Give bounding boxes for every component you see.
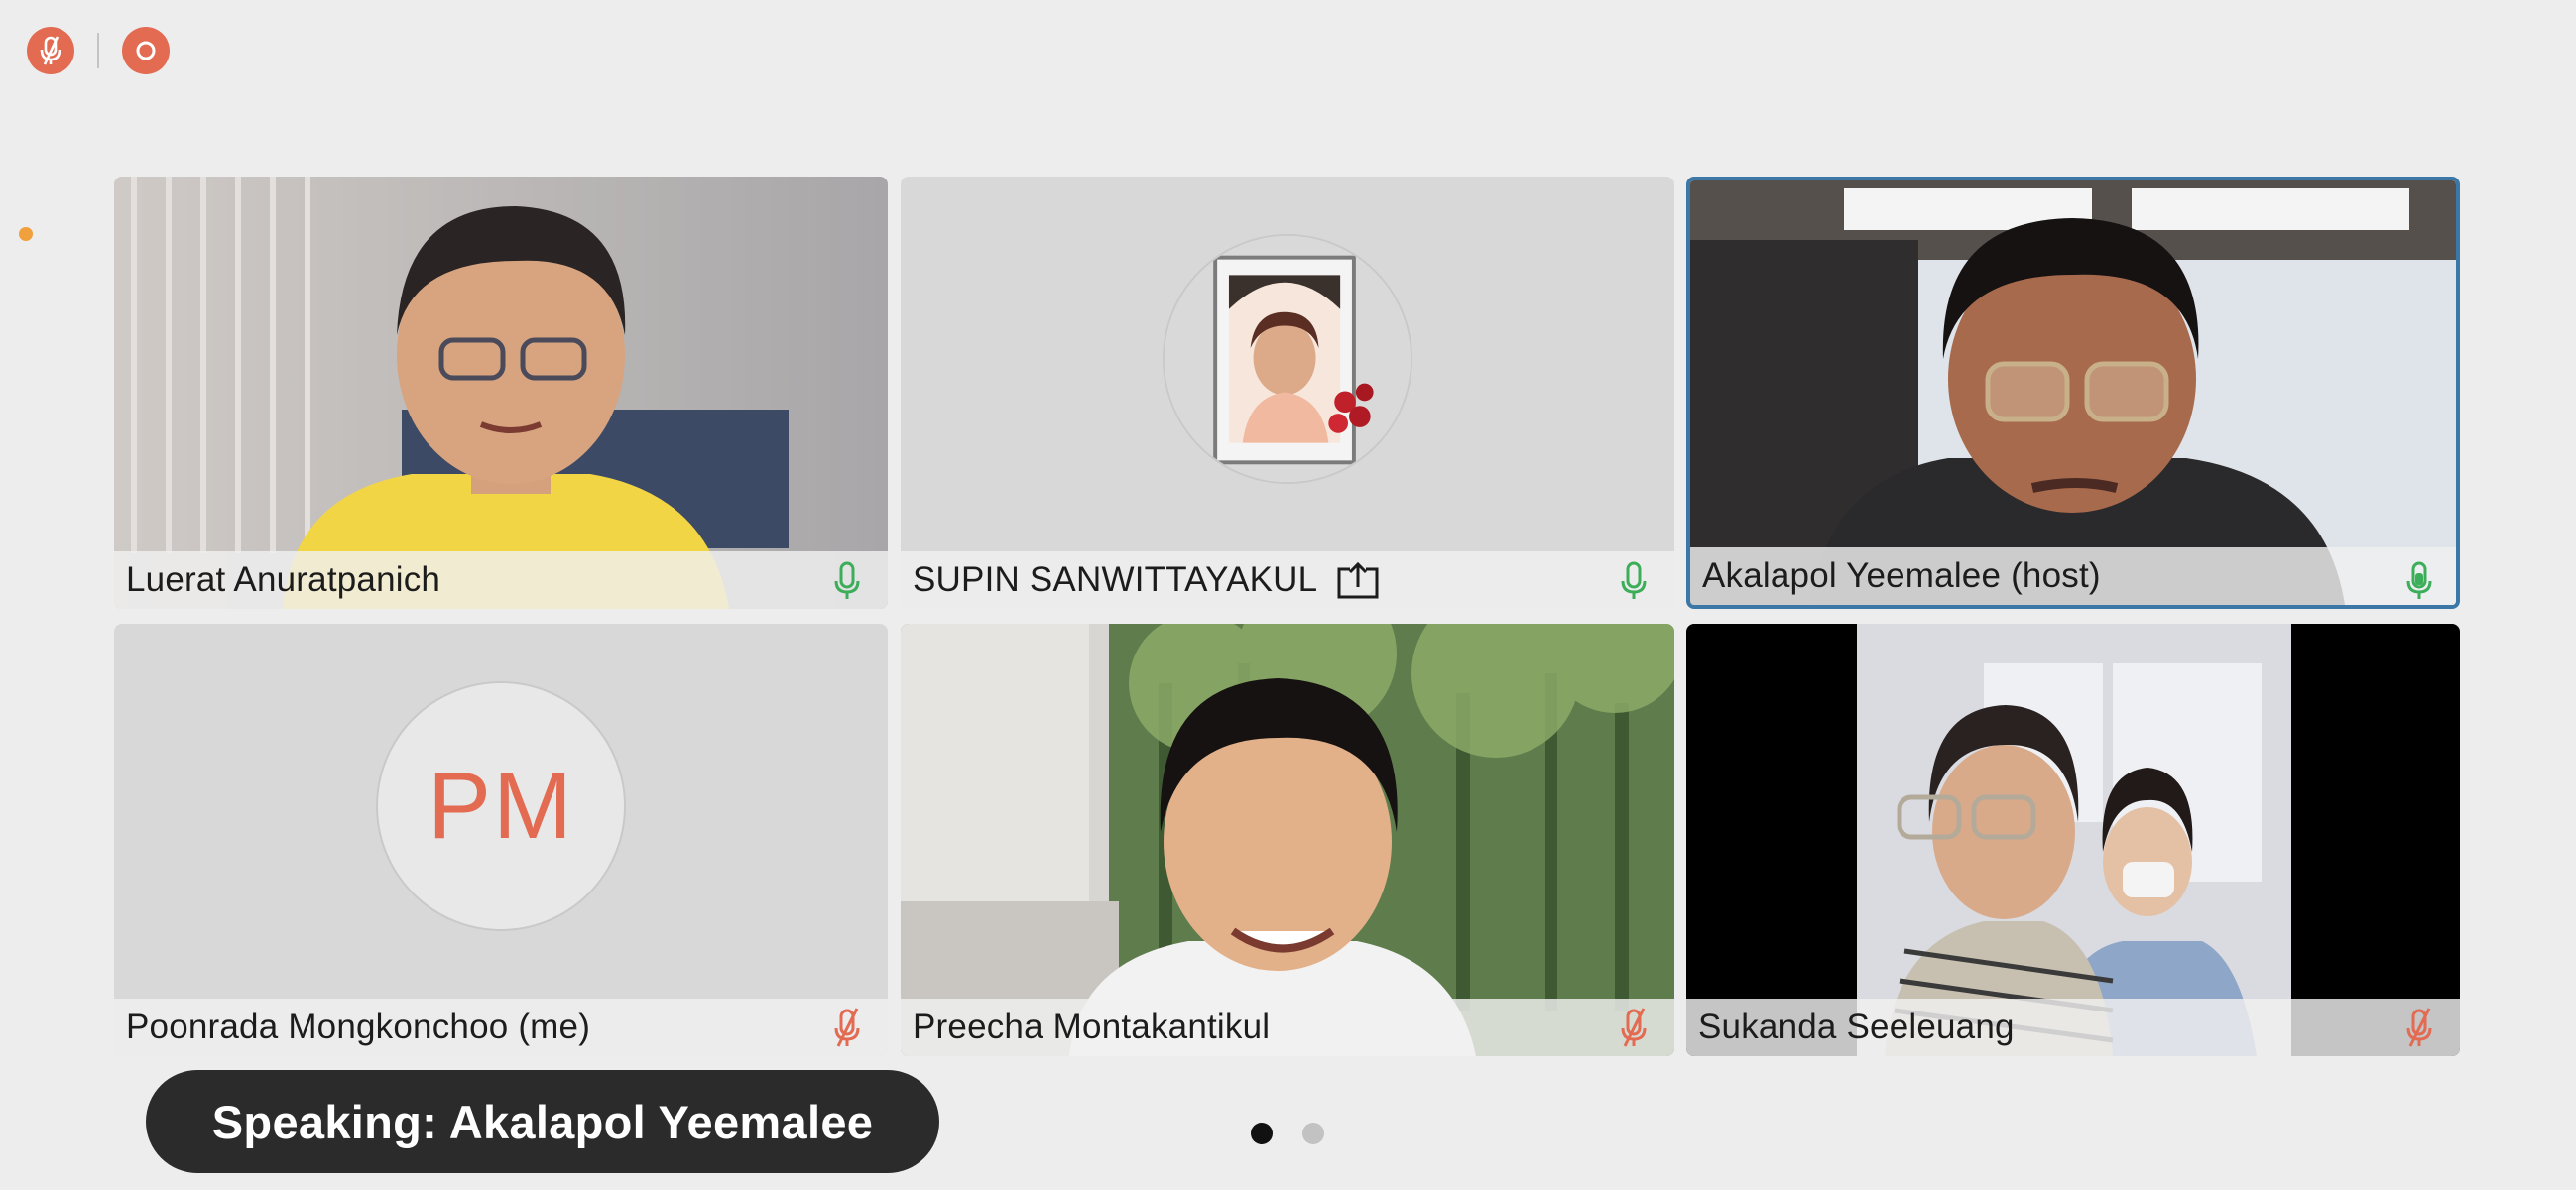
- record-icon: [136, 41, 156, 60]
- nameplate: Preecha Montakantikul: [901, 999, 1674, 1056]
- microphone-muted-icon: [40, 36, 61, 65]
- microphone-muted-icon[interactable]: [1617, 1007, 1651, 1048]
- participant-video: [1686, 624, 2460, 1056]
- nameplate: SUPIN SANWITTAYAKUL: [901, 551, 1674, 609]
- screen-share-icon: [1335, 561, 1381, 599]
- profile-photo-avatar: [1163, 234, 1412, 484]
- microphone-on-icon[interactable]: [830, 559, 864, 601]
- participant-name: Preecha Montakantikul: [913, 1008, 1271, 1046]
- microphone-speaking-icon[interactable]: [2402, 559, 2436, 601]
- page-dot-current[interactable]: [1251, 1123, 1273, 1144]
- participant-name: SUPIN SANWITTAYAKUL: [913, 560, 1318, 599]
- record-button[interactable]: [122, 27, 170, 74]
- participant-tile[interactable]: Sukanda Seeleuang: [1686, 624, 2460, 1056]
- speaking-indicator: Speaking: Akalapol Yeemalee: [146, 1070, 939, 1173]
- participant-video: [1690, 180, 2456, 605]
- participant-name: Akalapol Yeemalee (host): [1702, 556, 2101, 595]
- nameplate: Akalapol Yeemalee (host): [1690, 547, 2456, 605]
- framed-portrait-image: [1165, 236, 1411, 482]
- nameplate: Luerat Anuratpanich: [114, 551, 888, 609]
- participant-tile[interactable]: SUPIN SANWITTAYAKUL: [901, 177, 1674, 609]
- initials-avatar: PM: [376, 681, 626, 931]
- microphone-on-icon[interactable]: [1617, 559, 1651, 601]
- nameplate: Poonrada Mongkonchoo (me): [114, 999, 888, 1056]
- microphone-muted-icon[interactable]: [830, 1007, 864, 1048]
- participant-video: [114, 177, 888, 609]
- notification-dot: [19, 227, 33, 241]
- participant-tile-active-speaker[interactable]: Akalapol Yeemalee (host): [1686, 177, 2460, 609]
- speaking-label: Speaking: Akalapol Yeemalee: [211, 1095, 874, 1148]
- participant-tile[interactable]: Luerat Anuratpanich: [114, 177, 888, 609]
- participant-video: [901, 624, 1674, 1056]
- page-dot[interactable]: [1302, 1123, 1324, 1144]
- participant-name: Luerat Anuratpanich: [126, 560, 441, 599]
- microphone-muted-icon[interactable]: [2402, 1007, 2436, 1048]
- participant-name: Poonrada Mongkonchoo (me): [126, 1008, 591, 1046]
- participant-tile[interactable]: Preecha Montakantikul: [901, 624, 1674, 1056]
- toolbar-divider: [97, 33, 99, 68]
- unmute-button[interactable]: [27, 27, 74, 74]
- participant-name: Sukanda Seeleuang: [1698, 1008, 2015, 1046]
- participant-tile[interactable]: PM Poonrada Mongkonchoo (me): [114, 624, 888, 1056]
- nameplate: Sukanda Seeleuang: [1686, 999, 2460, 1056]
- avatar-initials: PM: [428, 753, 574, 859]
